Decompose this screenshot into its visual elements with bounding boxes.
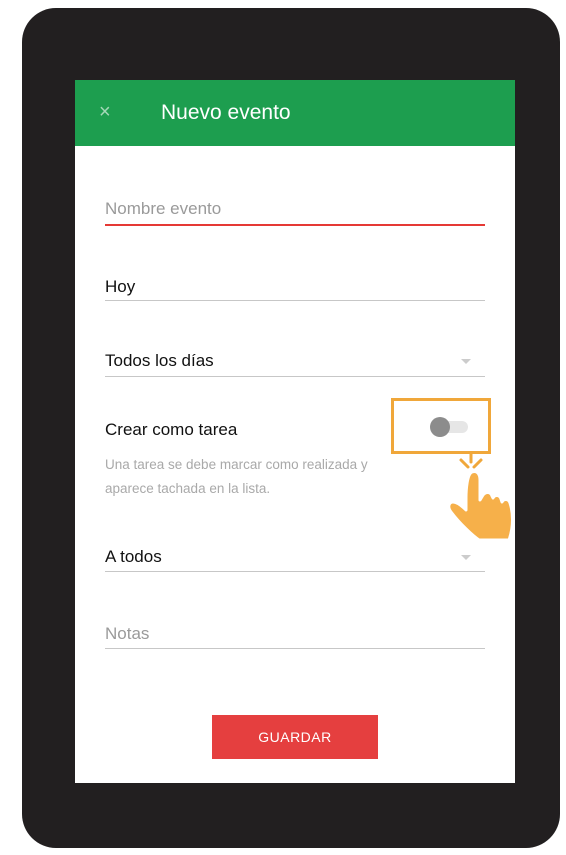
- app-bar: × Nuevo evento: [75, 80, 515, 146]
- date-value: Hoy: [105, 277, 136, 296]
- chevron-down-icon: [461, 555, 471, 560]
- task-help-line1: Una tarea se debe marcar como realizada …: [105, 457, 368, 472]
- assignee-value: A todos: [105, 547, 162, 566]
- repeat-underline: [105, 376, 485, 377]
- assignee-underline: [105, 571, 485, 572]
- event-name-placeholder: Nombre evento: [105, 199, 222, 218]
- hand-pointer-icon: [447, 452, 514, 542]
- date-underline: [105, 300, 485, 301]
- repeat-select[interactable]: Todos los días: [105, 350, 485, 380]
- event-name-field[interactable]: Nombre evento: [105, 198, 485, 228]
- notes-placeholder: Notas: [105, 624, 150, 643]
- date-field[interactable]: Hoy: [105, 276, 485, 306]
- assignee-select[interactable]: A todos: [105, 546, 485, 576]
- repeat-value: Todos los días: [105, 351, 214, 370]
- close-icon[interactable]: ×: [99, 98, 111, 126]
- task-help-text: Una tarea se debe marcar como realizada …: [105, 453, 465, 501]
- notes-field[interactable]: Notas: [105, 623, 485, 653]
- event-name-underline: [105, 224, 485, 226]
- notes-underline: [105, 648, 485, 649]
- page-title: Nuevo evento: [161, 101, 291, 124]
- chevron-down-icon: [461, 359, 471, 364]
- save-button[interactable]: GUARDAR: [212, 715, 378, 759]
- task-help-line2: aparece tachada en la lista.: [105, 481, 271, 496]
